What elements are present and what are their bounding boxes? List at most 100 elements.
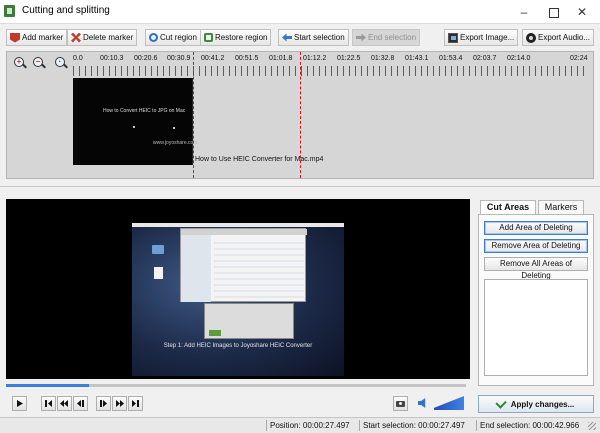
end-selection-button[interactable]: End selection xyxy=(352,29,421,46)
status-position: Position: 00:00:27.497 xyxy=(270,421,350,430)
side-tabs: Cut Areas Markers xyxy=(478,200,594,214)
restore-region-button[interactable]: Restore region xyxy=(200,29,272,46)
cut-region-button[interactable]: Cut region xyxy=(145,29,201,46)
play-button[interactable] xyxy=(12,396,27,411)
export-image-label: Export Image... xyxy=(460,33,515,42)
ruler-label: 01:12.2 xyxy=(303,55,327,62)
time-ruler[interactable]: 0.0 00:10.3 00:20.6 00:30.9 00:41.2 00:5… xyxy=(73,54,589,76)
skip-start-arrow xyxy=(48,400,52,407)
status-bar: Position: 00:00:27.497 Start selection: … xyxy=(0,417,600,433)
add-marker-button[interactable]: Add marker xyxy=(6,29,68,46)
zoom-out-sign: − xyxy=(35,57,41,66)
ruler-label: 00:20.6 xyxy=(134,55,158,62)
sparkle xyxy=(173,127,175,129)
ruler-label: 01:32.8 xyxy=(371,55,395,62)
ruler-label: 00:10.3 xyxy=(100,55,124,62)
remove-area-button[interactable]: Remove Area of Deleting xyxy=(484,239,588,253)
restore-icon xyxy=(204,33,213,42)
restore-region-label: Restore region xyxy=(215,33,268,42)
zoom-in-sign: + xyxy=(16,57,22,66)
video-thumbnail[interactable]: How to Convert HEIC to JPG on Mac www.jo… xyxy=(73,78,197,165)
zoom-out-icon[interactable]: − xyxy=(32,56,46,70)
remove-all-areas-button[interactable]: Remove All Areas of Deleting xyxy=(484,257,588,280)
zoom-fit-icon[interactable]: · xyxy=(54,56,68,70)
finder-window xyxy=(180,228,307,302)
folder-icon xyxy=(152,245,164,254)
document-icon xyxy=(154,267,163,279)
ruler-label: 00:41.2 xyxy=(201,55,225,62)
delete-marker-label: Delete marker xyxy=(83,33,134,42)
splitter[interactable] xyxy=(0,186,600,187)
end-selection-label: End selection xyxy=(368,33,417,42)
delete-marker-button[interactable]: Delete marker xyxy=(67,29,138,46)
marker-delete-icon xyxy=(71,32,81,43)
frame-forward-bar xyxy=(100,400,102,407)
track-filename: How to Use HEIC Converter for Mac.mp4 xyxy=(195,156,324,163)
ruler-label: 02:14.0 xyxy=(507,55,531,62)
cut-region-label: Cut region xyxy=(160,33,197,42)
sparkle xyxy=(133,126,135,128)
selection-start-line[interactable] xyxy=(193,52,194,178)
frame-back-icon xyxy=(77,400,81,407)
cut-areas-list[interactable] xyxy=(484,279,588,376)
zoom-in-icon[interactable]: + xyxy=(13,56,27,70)
status-end-selection: End selection: 00:00:42.966 xyxy=(480,421,580,430)
export-audio-label: Export Audio... xyxy=(538,33,591,42)
checkmark-icon xyxy=(495,396,507,409)
step-forward-button[interactable] xyxy=(112,396,127,411)
frame-back-button[interactable] xyxy=(73,396,88,411)
status-divider xyxy=(476,420,477,431)
audio-icon xyxy=(526,32,536,43)
ruler-label: 01:22.5 xyxy=(337,55,361,62)
speaker-icon[interactable] xyxy=(418,398,426,408)
go-to-end-button[interactable] xyxy=(128,396,143,411)
playback-progress[interactable] xyxy=(6,384,466,387)
rewind-icon xyxy=(60,400,64,407)
app-icon xyxy=(4,5,15,17)
export-image-button[interactable]: Export Image... xyxy=(444,29,519,46)
resize-grip[interactable] xyxy=(588,422,596,430)
skip-end-arrow xyxy=(132,400,136,407)
thumbnail-url: www.joyoshare.com xyxy=(153,140,198,146)
minimize-button[interactable]: – xyxy=(512,2,536,22)
timeline-panel[interactable]: + − · 0.0 00:10.3 00:20.6 00:30.9 00:41.… xyxy=(6,51,594,179)
add-marker-label: Add marker xyxy=(22,33,64,42)
maximize-button[interactable] xyxy=(541,2,565,22)
export-audio-button[interactable]: Export Audio... xyxy=(522,29,595,46)
ruler-ticks xyxy=(73,66,589,76)
fast-forward-icon xyxy=(116,400,120,407)
video-preview[interactable]: Step 1: Add HEIC Images to Joyoshare HEI… xyxy=(6,199,470,379)
go-to-start-button[interactable] xyxy=(41,396,56,411)
volume-slider[interactable] xyxy=(434,396,464,410)
title-bar: Cutting and splitting – ✕ xyxy=(0,0,600,24)
add-area-button[interactable]: Add Area of Deleting xyxy=(484,221,588,235)
ruler-label: 01:53.4 xyxy=(439,55,463,62)
ruler-label: 02:03.7 xyxy=(473,55,497,62)
ruler-label: 0.0 xyxy=(73,55,83,62)
tab-cut-areas[interactable]: Cut Areas xyxy=(480,200,536,214)
start-selection-label: Start selection xyxy=(294,33,345,42)
tab-markers[interactable]: Markers xyxy=(538,200,584,214)
status-divider xyxy=(359,420,360,431)
scissors-icon xyxy=(149,33,158,42)
rewind-icon-2 xyxy=(64,400,68,407)
image-icon xyxy=(448,32,458,43)
status-start-selection: Start selection: 00:00:27.497 xyxy=(363,421,465,430)
start-selection-button[interactable]: Start selection xyxy=(278,29,349,46)
start-selection-icon xyxy=(282,33,292,42)
converter-dialog xyxy=(204,303,294,339)
skip-start-icon xyxy=(45,400,47,407)
selection-end-line[interactable] xyxy=(300,52,301,178)
video-caption: Step 1: Add HEIC Images to Joyoshare HEI… xyxy=(163,343,313,349)
snapshot-camera-icon[interactable] xyxy=(393,396,408,411)
play-icon xyxy=(17,400,23,407)
frame-back-bar xyxy=(82,400,84,407)
skip-end-icon xyxy=(137,400,139,407)
progress-fill xyxy=(6,384,89,387)
finder-sidebar xyxy=(181,235,211,302)
close-button[interactable]: ✕ xyxy=(570,2,594,22)
apply-changes-button[interactable]: Apply changes... xyxy=(478,395,594,413)
frame-forward-button[interactable] xyxy=(96,396,111,411)
step-back-button[interactable] xyxy=(57,396,72,411)
window-title: Cutting and splitting xyxy=(22,5,110,16)
